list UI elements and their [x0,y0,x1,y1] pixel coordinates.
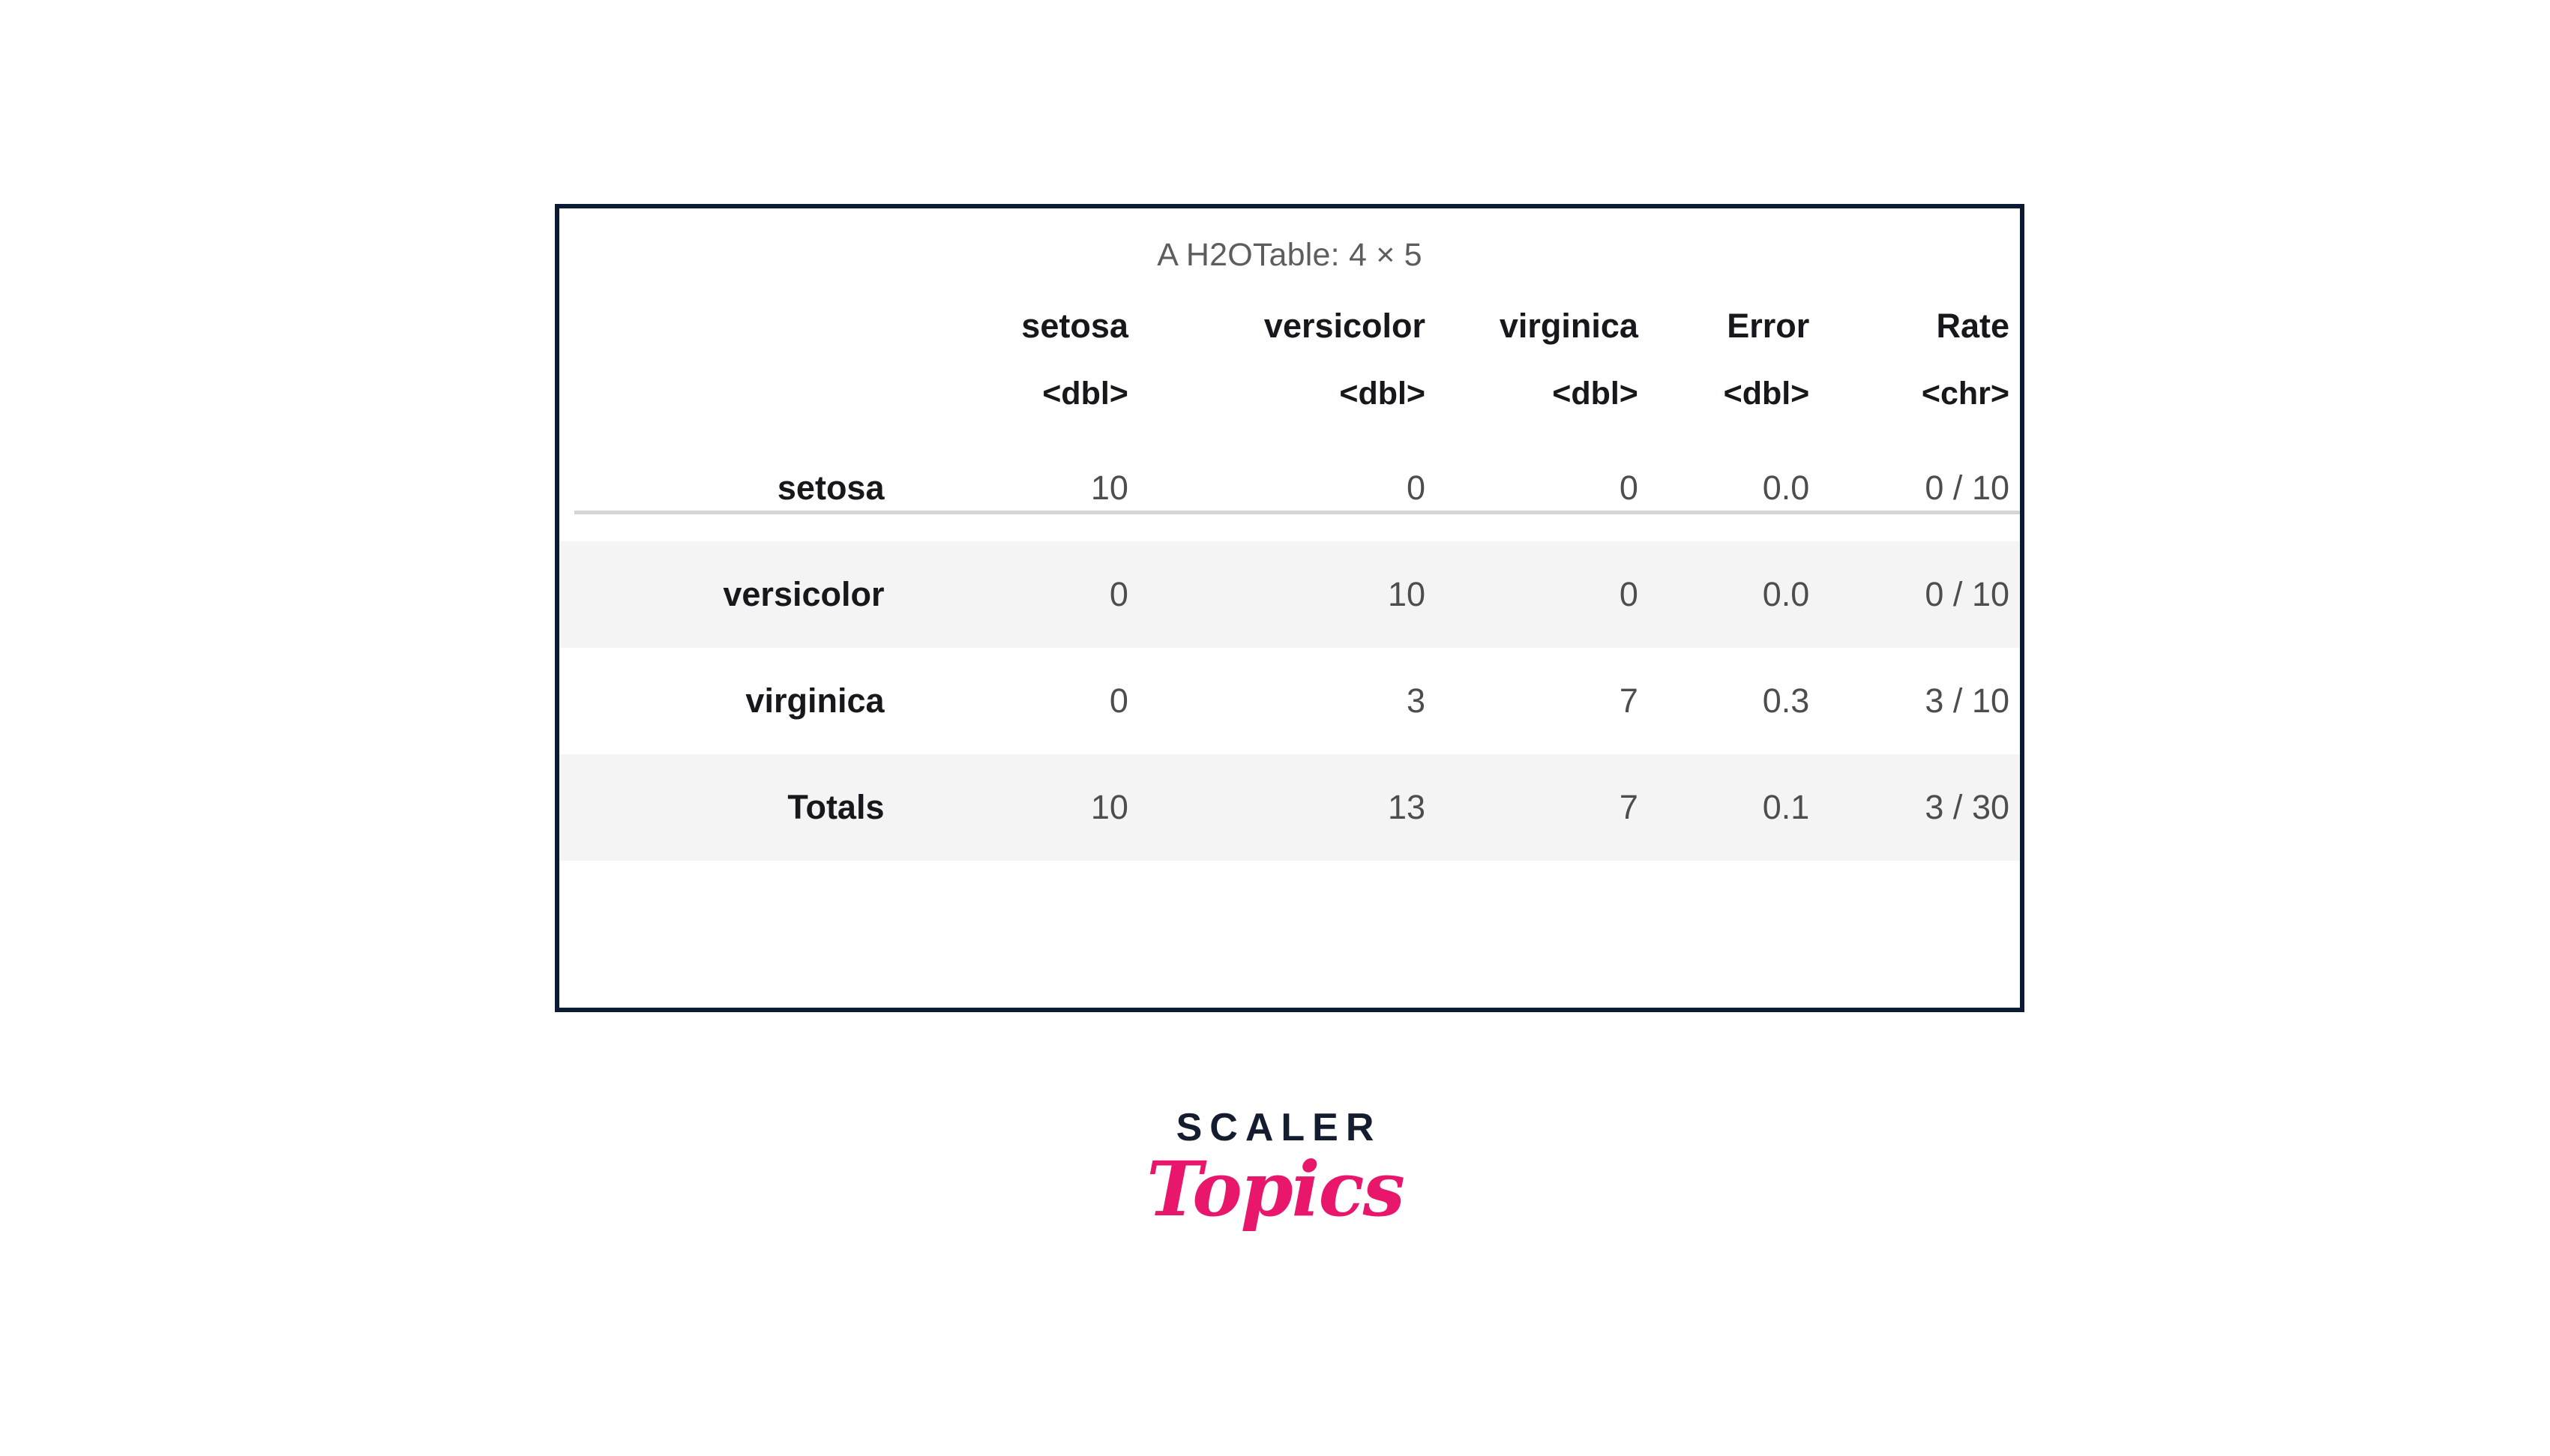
cell-virginica-virginica: 7 [1619,682,1638,720]
cell-versicolor-setosa: 0 [911,541,1173,648]
cell-virginica-setosa: 0 [1109,682,1128,720]
cell-totals-virginica: 7 [1460,754,1673,861]
header-virginica[interactable]: virginica [1460,293,1673,362]
cell-versicolor-rate: 0 / 10 [1836,541,2020,648]
cell-setosa-rate: 0 / 10 [1925,469,2009,507]
cell-totals-versicolor: 13 [1173,754,1461,861]
h2o-table-inner: A H2OTable: 4 × 5 setosa versicolor virg… [559,208,2020,1008]
h2o-table-card: A H2OTable: 4 × 5 setosa versicolor virg… [555,204,2024,1012]
cell-totals-rate: 3 / 30 [1836,754,2020,861]
table-row: Totals 10 13 7 0.1 3 / 30 [559,754,2020,861]
header-error[interactable]: Error [1673,293,1836,362]
logo-wordmark-topics: Topics [1146,1145,1405,1233]
cell-versicolor-versicolor: 10 [1173,541,1461,648]
cell-setosa-versicolor: 0 [1407,469,1426,507]
cell-virginica-versicolor: 3 [1407,682,1426,720]
cell-setosa-virginica: 0 [1619,469,1638,507]
table-row: versicolor 0 10 0 0.0 0 / 10 [559,541,2020,648]
type-rate: <chr> [1921,376,2009,412]
logo-wordmark-scaler: SCALER [1176,1106,1382,1149]
type-row-label [559,362,912,435]
confusion-matrix-table: A H2OTable: 4 × 5 setosa versicolor virg… [559,208,2020,861]
cell-totals-error: 0.1 [1672,754,1837,861]
row-label-versicolor: versicolor [559,541,912,648]
table-caption: A H2OTable: 4 × 5 [1157,237,1422,273]
type-virginica: <dbl> [1552,376,1638,412]
row-label-totals: Totals [559,754,912,861]
scaler-topics-logo: SCALER Topics [0,1108,2550,1229]
row-label-setosa: setosa [777,469,885,507]
row-label-virginica: virginica [745,682,885,720]
table-header-row: setosa versicolor virginica Error Rate [559,293,2020,362]
header-separator-rule [574,511,2020,514]
header-rate[interactable]: Rate [1836,293,2020,362]
type-versicolor: <dbl> [1339,376,1426,412]
cell-virginica-rate: 3 / 10 [1925,682,2009,720]
cell-setosa-setosa: 10 [1090,469,1128,507]
table-row: setosa 10 0 0 0.0 0 / 10 [559,435,2020,541]
table-type-row: <dbl> <dbl> <dbl> <dbl> <chr> [559,362,2020,435]
table-caption-row: A H2OTable: 4 × 5 [559,208,2020,293]
cell-versicolor-virginica: 0 [1460,541,1673,648]
cell-versicolor-error: 0.0 [1672,541,1837,648]
header-setosa[interactable]: setosa [912,293,1173,362]
header-versicolor[interactable]: versicolor [1173,293,1460,362]
type-setosa: <dbl> [1042,376,1128,412]
cell-virginica-error: 0.3 [1762,682,1810,720]
table-row: virginica 0 3 7 0.3 3 / 10 [559,648,2020,754]
type-error: <dbl> [1723,376,1810,412]
header-row-label [559,293,912,362]
cell-setosa-error: 0.0 [1762,469,1810,507]
cell-totals-setosa: 10 [911,754,1173,861]
